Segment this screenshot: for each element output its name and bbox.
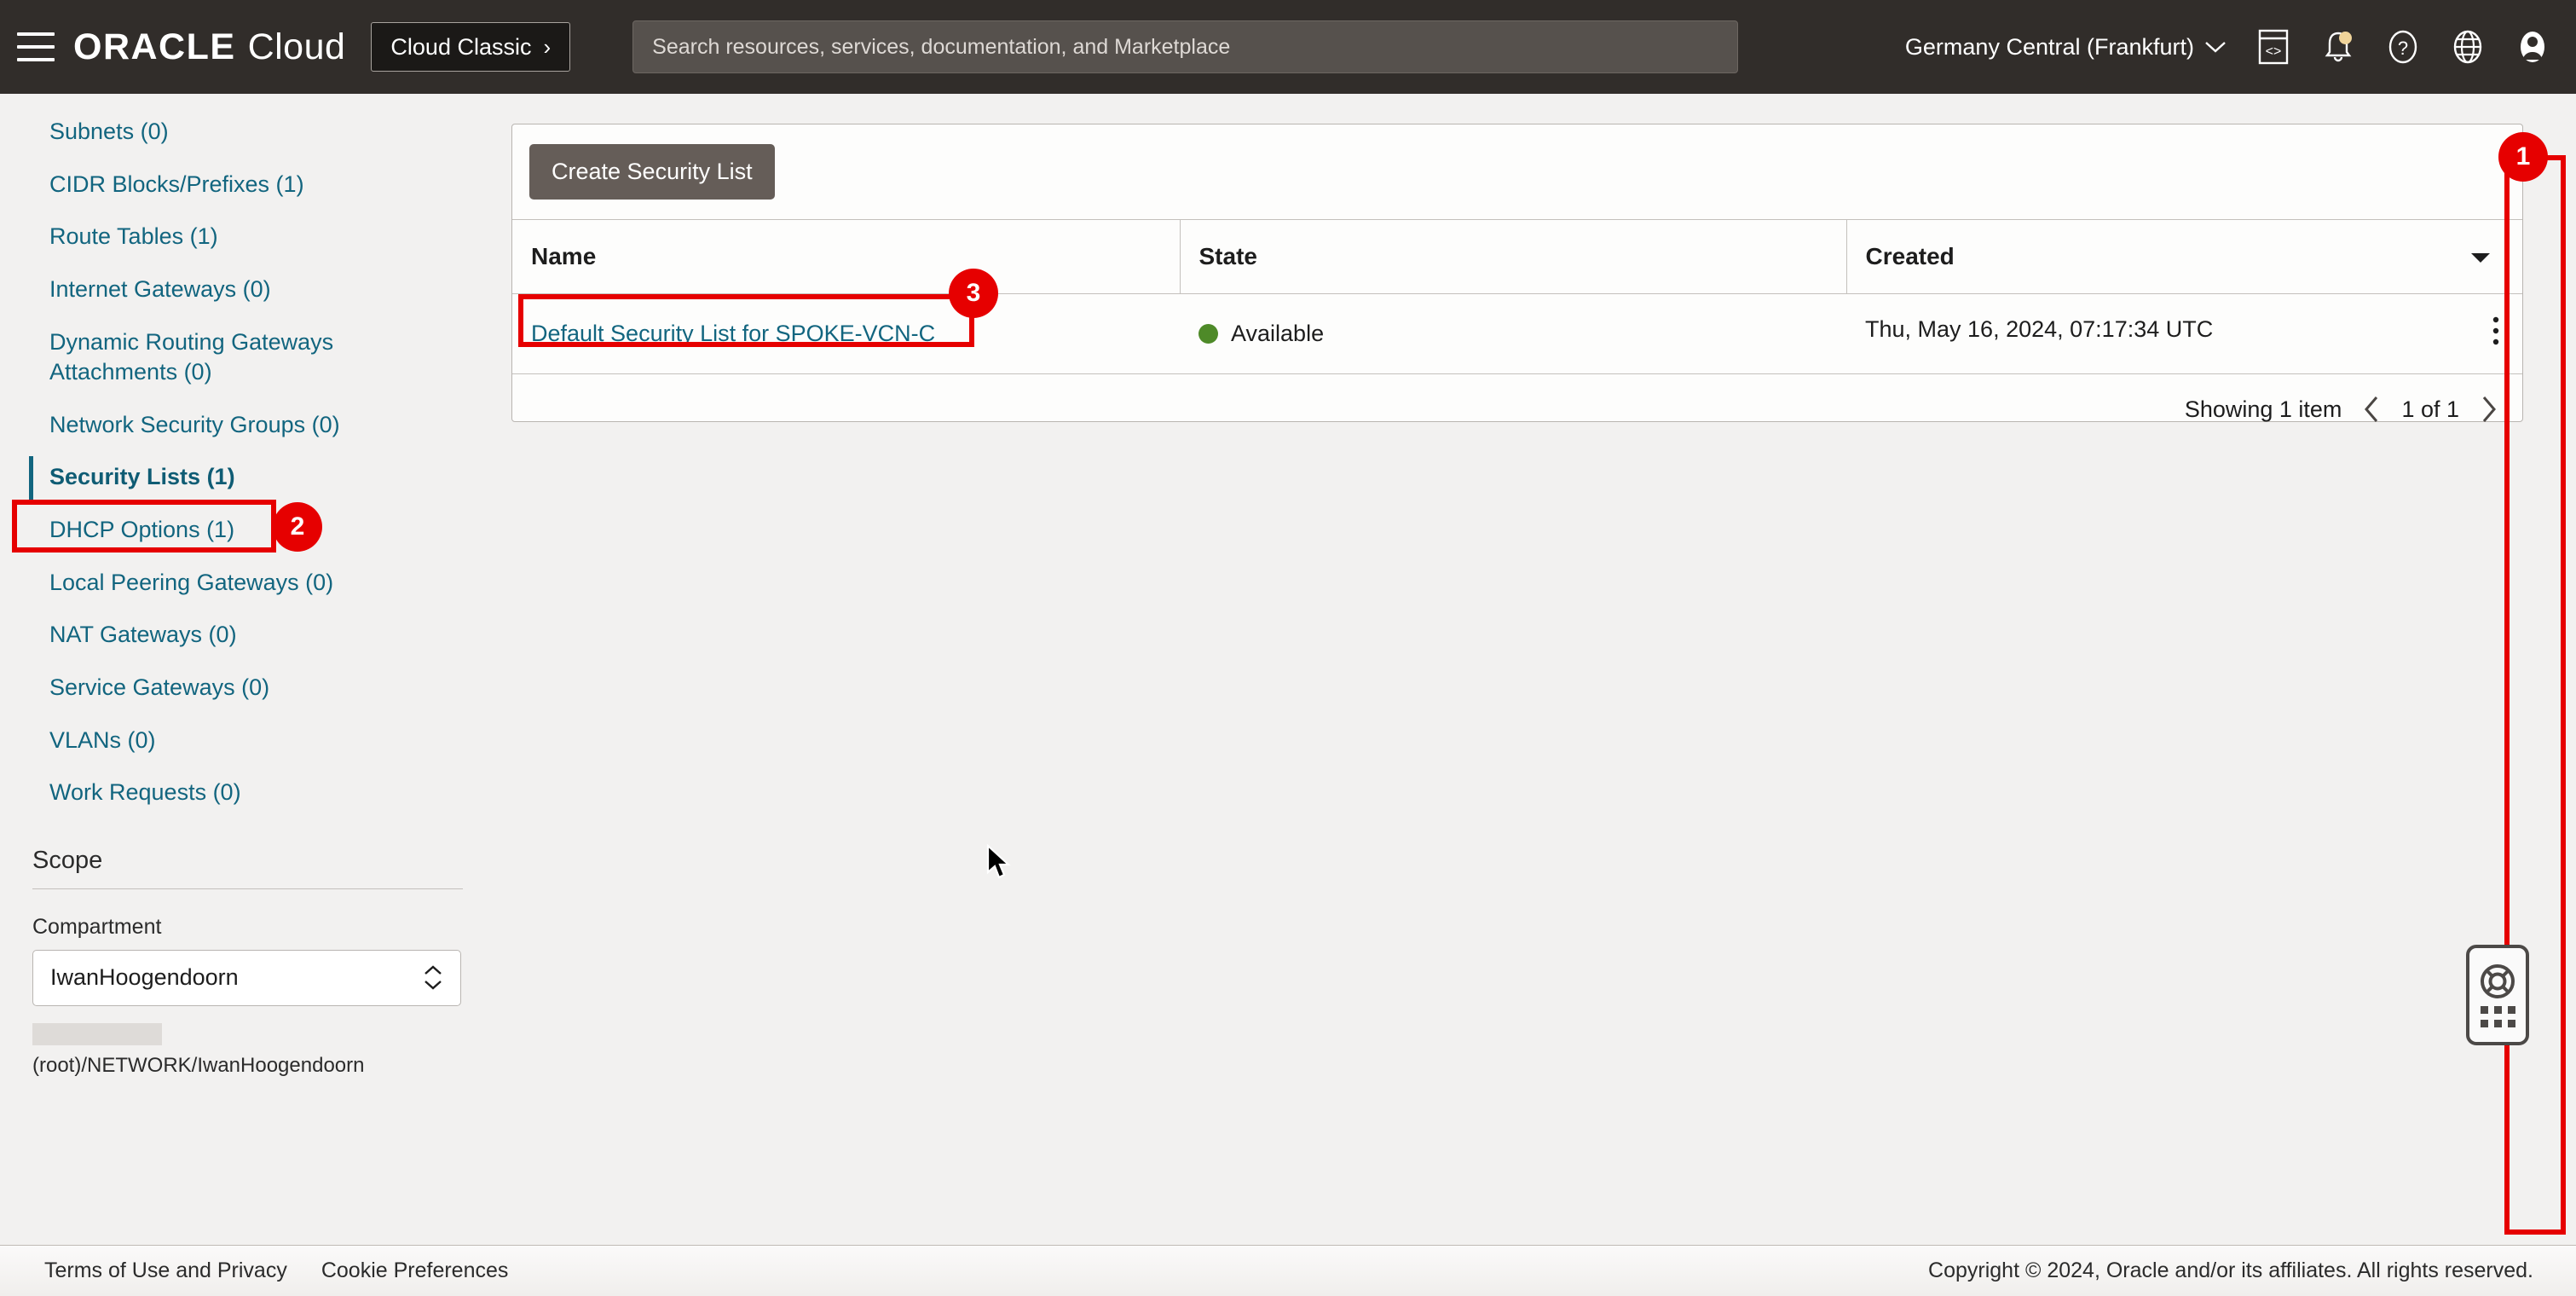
annotation-badge-3: 3 bbox=[949, 269, 998, 318]
compartment-selected-value: IwanHoogendoorn bbox=[50, 964, 239, 991]
cell-name: Default Security List for SPOKE-VCN-C bbox=[512, 293, 1180, 374]
column-header-created[interactable]: Created bbox=[1846, 219, 2522, 294]
sidebar-item-network-security-groups[interactable]: Network Security Groups (0) bbox=[0, 399, 452, 452]
help-question-icon[interactable]: ? bbox=[2385, 29, 2421, 65]
scope-heading: Scope bbox=[32, 846, 103, 874]
cloud-classic-button[interactable]: Cloud Classic › bbox=[371, 22, 571, 72]
life-ring-support-icon bbox=[2481, 964, 2515, 998]
table-header-row: Name State Created bbox=[512, 219, 2522, 294]
page-footer: Terms of Use and Privacy Cookie Preferen… bbox=[0, 1245, 2576, 1296]
sort-descending-caret-icon[interactable] bbox=[2469, 243, 2492, 270]
sidebar-item-vlans[interactable]: VLANs (0) bbox=[0, 715, 452, 767]
security-lists-table: Name State Created Default Security List… bbox=[512, 219, 2522, 374]
stepper-arrows-icon bbox=[423, 964, 443, 991]
sidebar-item-local-peering-gateways[interactable]: Local Peering Gateways (0) bbox=[0, 557, 452, 610]
svg-text:<>: <> bbox=[2266, 44, 2282, 59]
annotation-badge-2: 2 bbox=[273, 502, 322, 552]
chevron-down-icon bbox=[2205, 42, 2226, 53]
compartment-select[interactable]: IwanHoogendoorn bbox=[32, 949, 461, 1006]
annotation-badge-1: 1 bbox=[2498, 132, 2548, 182]
footer-links: Terms of Use and Privacy Cookie Preferen… bbox=[44, 1258, 508, 1283]
footer-link-cookies[interactable]: Cookie Preferences bbox=[321, 1258, 509, 1283]
scope-divider bbox=[32, 888, 463, 889]
create-security-list-button[interactable]: Create Security List bbox=[529, 144, 775, 200]
table-row[interactable]: Default Security List for SPOKE-VCN-C Av… bbox=[512, 293, 2522, 374]
region-label: Germany Central (Frankfurt) bbox=[1904, 33, 2194, 60]
region-selector[interactable]: Germany Central (Frankfurt) bbox=[1905, 34, 2227, 61]
user-avatar-icon[interactable] bbox=[2515, 29, 2550, 65]
support-widget[interactable] bbox=[2466, 945, 2529, 1045]
sidebar-item-cidr-blocks[interactable]: CIDR Blocks/Prefixes (1) bbox=[0, 159, 452, 211]
row-actions-icon[interactable] bbox=[2492, 316, 2500, 351]
cell-created: Thu, May 16, 2024, 07:17:34 UTC bbox=[1846, 293, 2522, 374]
notifications-bell-icon[interactable] bbox=[2320, 29, 2356, 65]
security-lists-panel: Create Security List Name State Created … bbox=[511, 124, 2523, 422]
panel-toolbar: Create Security List bbox=[512, 124, 2522, 219]
pagination-page-indicator: 1 of 1 bbox=[2401, 396, 2459, 422]
sidebar-item-nat-gateways[interactable]: NAT Gateways (0) bbox=[0, 609, 452, 662]
sidebar-item-drg-attachments[interactable]: Dynamic Routing Gateways Attachments (0) bbox=[0, 316, 452, 399]
language-globe-icon[interactable] bbox=[2450, 29, 2486, 65]
sidebar-item-internet-gateways[interactable]: Internet Gateways (0) bbox=[0, 263, 452, 316]
vcn-resource-nav: Subnets (0) CIDR Blocks/Prefixes (1) Rou… bbox=[0, 94, 511, 819]
sidebar-item-security-lists[interactable]: Security Lists (1) bbox=[0, 451, 452, 504]
hamburger-menu-icon[interactable] bbox=[17, 32, 55, 61]
sidebar-item-service-gateways[interactable]: Service Gateways (0) bbox=[0, 662, 452, 715]
showing-items-label: Showing 1 item bbox=[2184, 396, 2342, 422]
sidebar-item-work-requests[interactable]: Work Requests (0) bbox=[0, 767, 452, 819]
created-timestamp: Thu, May 16, 2024, 07:17:34 UTC bbox=[1865, 316, 2214, 342]
compartment-path-text: (root)/NETWORK/IwanHoogendoorn bbox=[32, 1021, 493, 1081]
column-header-created-label: Created bbox=[1865, 243, 1955, 269]
sidebar-item-route-tables[interactable]: Route Tables (1) bbox=[0, 211, 452, 263]
security-list-name-link[interactable]: Default Security List for SPOKE-VCN-C bbox=[531, 321, 935, 346]
mouse-cursor bbox=[986, 844, 1011, 879]
global-search-input[interactable] bbox=[632, 20, 1739, 73]
status-dot-available bbox=[1198, 324, 1218, 344]
table-pagination: Showing 1 item 1 of 1 bbox=[512, 374, 2522, 444]
header-right-cluster: Germany Central (Frankfurt) <> ? bbox=[1905, 29, 2550, 65]
redacted-tenancy-name bbox=[32, 1022, 162, 1045]
pagination-next-button[interactable] bbox=[2480, 395, 2498, 424]
notification-indicator-dot bbox=[2339, 32, 2352, 44]
drag-handle-dots[interactable] bbox=[2480, 1006, 2515, 1027]
compartment-path-value: (root)/NETWORK/IwanHoogendoorn bbox=[32, 1053, 365, 1077]
cloud-classic-label: Cloud Classic bbox=[390, 33, 532, 60]
sidebar-item-subnets[interactable]: Subnets (0) bbox=[0, 106, 452, 159]
brand-cloud-text: Cloud bbox=[247, 26, 346, 67]
compartment-label: Compartment bbox=[32, 914, 162, 939]
oracle-cloud-logo[interactable]: ORACLE Cloud bbox=[73, 26, 345, 68]
column-header-state[interactable]: State bbox=[1180, 219, 1847, 294]
status-badge: Available bbox=[1231, 321, 1325, 346]
sidebar-item-dhcp-options[interactable]: DHCP Options (1) bbox=[0, 504, 452, 557]
chevron-right-icon: › bbox=[543, 33, 552, 60]
column-header-name[interactable]: Name bbox=[512, 219, 1181, 294]
top-header-bar: ORACLE Cloud Cloud Classic › Germany Cen… bbox=[0, 0, 2576, 94]
cell-state: Available bbox=[1180, 293, 1846, 374]
footer-link-terms[interactable]: Terms of Use and Privacy bbox=[44, 1258, 287, 1283]
svg-text:?: ? bbox=[2398, 38, 2408, 59]
left-sidebar: Subnets (0) CIDR Blocks/Prefixes (1) Rou… bbox=[0, 94, 511, 1245]
cloud-shell-icon[interactable]: <> bbox=[2255, 29, 2291, 65]
scope-section: Scope Compartment IwanHoogendoorn (root)… bbox=[0, 847, 511, 1081]
footer-copyright: Copyright © 2024, Oracle and/or its affi… bbox=[1928, 1258, 2533, 1282]
pagination-prev-button[interactable] bbox=[2362, 395, 2381, 424]
brand-oracle-text: ORACLE bbox=[73, 26, 236, 67]
